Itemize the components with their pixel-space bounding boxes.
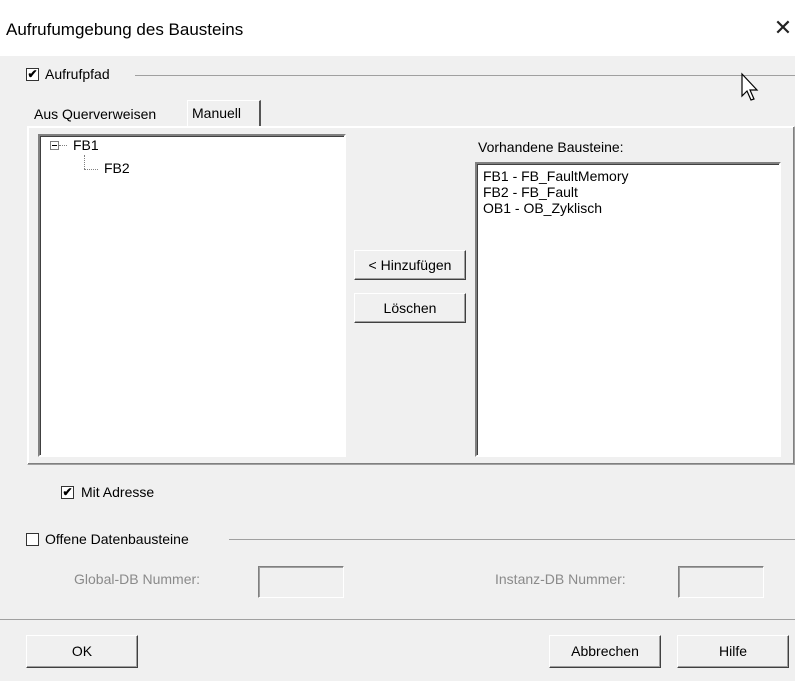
aufrufpfad-group-line <box>135 75 795 76</box>
collapse-icon[interactable] <box>50 141 59 150</box>
global-db-label: Global-DB Nummer: <box>74 571 201 587</box>
window-title: Aufrufumgebung des Bausteins <box>6 20 244 39</box>
offene-datenbausteine-label: Offene Datenbausteine <box>45 531 189 547</box>
add-button[interactable]: < Hinzufügen <box>354 250 466 280</box>
instanz-db-field[interactable] <box>678 566 764 598</box>
available-blocks-list[interactable]: FB1 - FB_FaultMemory FB2 - FB_Fault OB1 … <box>475 162 781 457</box>
close-icon[interactable]: ✕ <box>773 16 793 40</box>
tree-node-root[interactable]: FB1 <box>73 137 99 153</box>
instanz-db-label: Instanz-DB Nummer: <box>495 571 626 587</box>
delete-button[interactable]: Löschen <box>354 293 466 323</box>
aufrufpfad-checkbox[interactable]: ✔ <box>26 68 39 81</box>
aufrufpfad-label: Aufrufpfad <box>45 66 110 82</box>
global-db-field[interactable] <box>258 566 344 598</box>
tab-aus-querverweisen[interactable]: Aus Querverweisen <box>30 103 186 125</box>
mit-adresse-checkbox[interactable]: ✔ <box>61 486 74 499</box>
tree-node-child[interactable]: FB2 <box>104 160 130 176</box>
tab-manuell[interactable]: Manuell <box>187 100 261 127</box>
mouse-cursor-icon <box>741 72 759 101</box>
ok-button[interactable]: OK <box>26 635 138 668</box>
mit-adresse-label: Mit Adresse <box>81 484 155 500</box>
tree-connector <box>84 155 85 169</box>
tree-connector <box>84 169 98 170</box>
available-blocks-label: Vorhandene Bausteine: <box>478 139 624 155</box>
help-button[interactable]: Hilfe <box>677 635 789 668</box>
offene-group-line <box>229 539 795 540</box>
list-item[interactable]: OB1 - OB_Zyklisch <box>483 200 602 216</box>
list-item[interactable]: FB1 - FB_FaultMemory <box>483 168 628 184</box>
tree-connector <box>59 145 67 146</box>
offene-datenbausteine-checkbox[interactable] <box>26 533 39 546</box>
call-path-tree[interactable] <box>38 134 346 457</box>
footer-separator <box>0 619 795 620</box>
list-item[interactable]: FB2 - FB_Fault <box>483 184 578 200</box>
cancel-button[interactable]: Abbrechen <box>549 635 661 668</box>
